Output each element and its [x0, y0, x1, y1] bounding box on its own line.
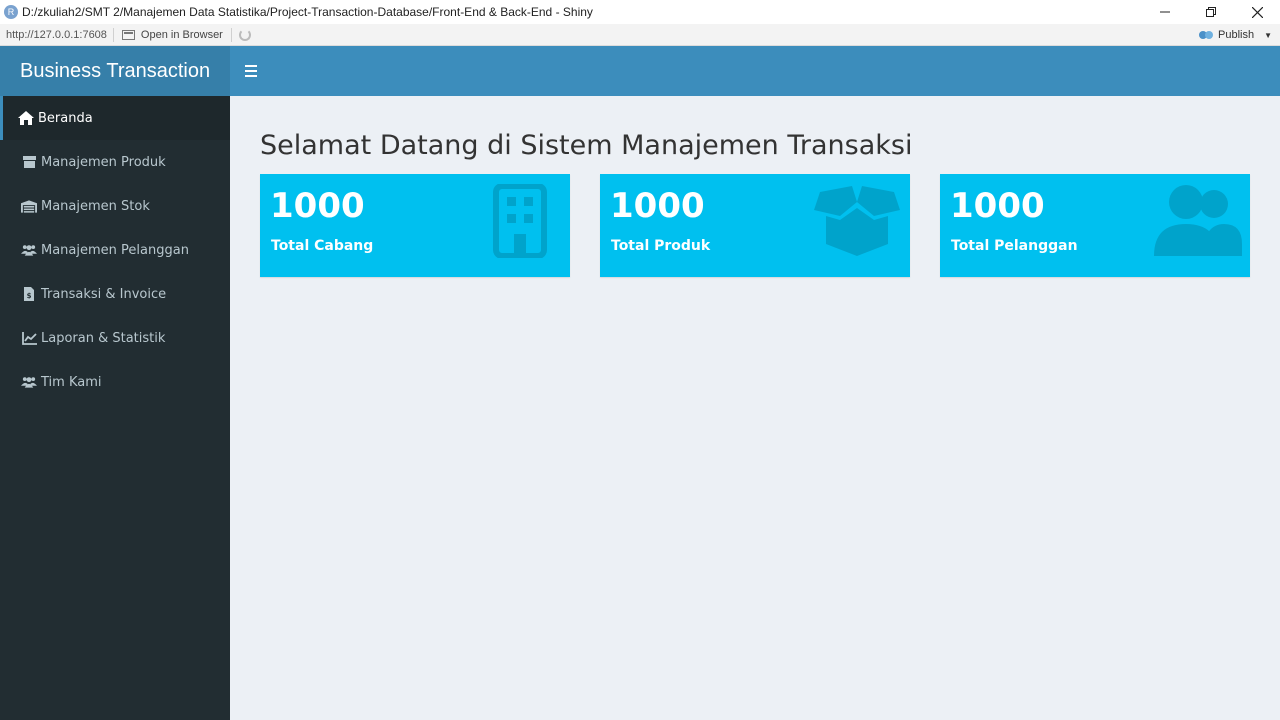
publish-icon [1199, 30, 1213, 40]
refresh-icon[interactable] [238, 28, 251, 41]
window-controls [1142, 0, 1280, 24]
svg-text:$: $ [27, 292, 32, 300]
sidebar-item-label: Laporan & Statistik [41, 330, 166, 346]
browser-window-icon [121, 29, 135, 40]
warehouse-icon [21, 199, 37, 213]
building-icon [493, 184, 547, 258]
users-icon [21, 243, 37, 257]
value-box-number: 1000 [270, 186, 365, 226]
close-button[interactable] [1234, 0, 1280, 24]
top-navbar [230, 46, 1280, 96]
line-chart-icon [21, 331, 37, 345]
sidebar: Beranda Manajemen Produk Manajemen Stok … [0, 96, 230, 720]
url-text[interactable]: http://127.0.0.1:7608 [0, 27, 114, 42]
value-box-total-produk: 1000 Total Produk [600, 174, 910, 277]
restore-button[interactable] [1188, 0, 1234, 24]
open-box-icon [814, 186, 900, 256]
sidebar-item-label: Manajemen Stok [41, 198, 150, 214]
team-icon [21, 375, 37, 389]
box-icon [21, 155, 37, 169]
sidebar-toggle-icon[interactable] [245, 65, 257, 77]
restore-icon [1206, 7, 1216, 17]
value-box-number: 1000 [610, 186, 705, 226]
open-in-browser-label: Open in Browser [140, 28, 223, 41]
sidebar-item-label: Transaksi & Invoice [41, 286, 167, 302]
minimize-icon [1160, 11, 1170, 13]
publish-label: Publish [1218, 29, 1255, 41]
home-icon [18, 111, 34, 125]
sidebar-item-manajemen-produk[interactable]: Manajemen Produk [0, 140, 230, 184]
app-logo[interactable]: Business Transaction [0, 46, 230, 96]
value-box-label: Total Cabang [271, 238, 374, 254]
page-title: Selamat Datang di Sistem Manajemen Trans… [260, 130, 913, 161]
viewer-toolbar: http://127.0.0.1:7608 Open in Browser Pu… [0, 24, 1280, 46]
window-titlebar: R D:/zkuliah2/SMT 2/Manajemen Data Stati… [0, 0, 1280, 24]
sidebar-item-manajemen-stok[interactable]: Manajemen Stok [0, 184, 230, 228]
value-box-total-pelanggan: 1000 Total Pelanggan [940, 174, 1250, 277]
caret-down-icon[interactable]: ▼ [1264, 31, 1272, 40]
sidebar-item-laporan-statistik[interactable]: Laporan & Statistik [0, 316, 230, 360]
sidebar-item-beranda[interactable]: Beranda [0, 96, 230, 140]
window-title: D:/zkuliah2/SMT 2/Manajemen Data Statist… [22, 5, 593, 19]
value-box-label: Total Produk [611, 238, 711, 254]
r-app-icon: R [4, 5, 18, 19]
close-icon [1251, 6, 1263, 18]
invoice-icon: $ [21, 287, 37, 301]
open-in-browser-button[interactable]: Open in Browser [114, 27, 232, 42]
sidebar-item-manajemen-pelanggan[interactable]: Manajemen Pelanggan [0, 228, 230, 272]
sidebar-item-label: Beranda [38, 110, 93, 126]
publish-button[interactable]: Publish ▼ [1199, 24, 1272, 46]
value-box-number: 1000 [950, 186, 1045, 226]
sidebar-item-label: Manajemen Produk [41, 154, 166, 170]
users-icon [1154, 185, 1242, 256]
sidebar-item-tim-kami[interactable]: Tim Kami [0, 360, 230, 404]
value-box-total-cabang: 1000 Total Cabang [260, 174, 570, 277]
sidebar-item-label: Tim Kami [41, 374, 102, 390]
sidebar-item-transaksi-invoice[interactable]: $ Transaksi & Invoice [0, 272, 230, 316]
minimize-button[interactable] [1142, 0, 1188, 24]
sidebar-item-label: Manajemen Pelanggan [41, 242, 189, 258]
value-box-label: Total Pelanggan [951, 238, 1078, 254]
